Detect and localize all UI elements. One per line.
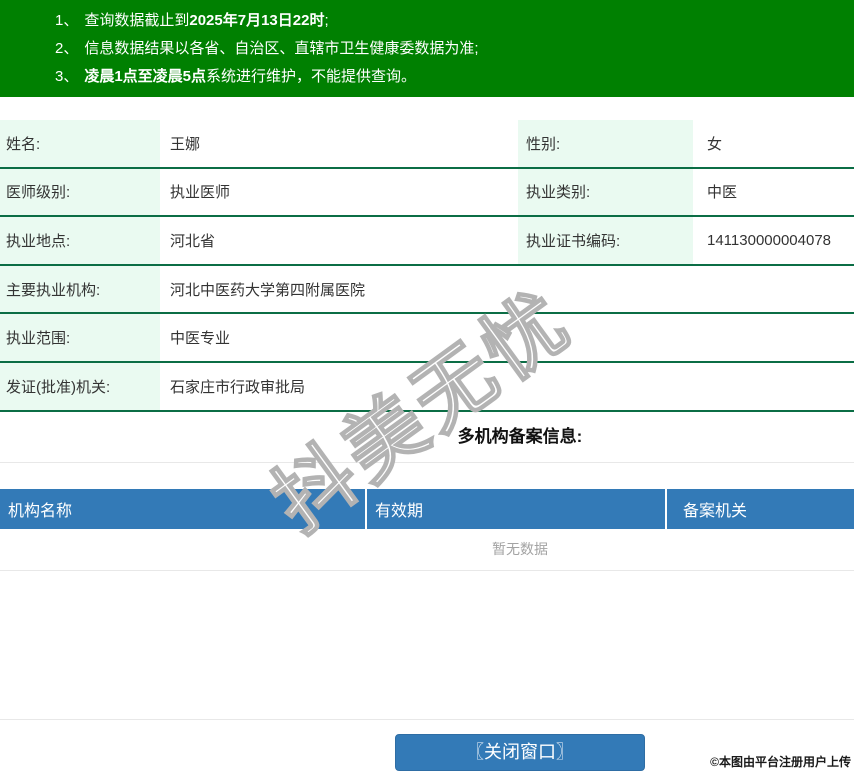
divider (0, 461, 854, 463)
notice-text: ; (324, 12, 329, 29)
notice-text: 系统进行维护，不能提供查询。 (206, 68, 417, 85)
notice-item: 2、 信息数据结果以各省、自治区、直辖市卫生健康委数据为准; (55, 35, 854, 63)
section-title-multi-institution: 多机构备案信息: (457, 426, 583, 446)
notice-banner: 1、 查询数据截止到2025年7月13日22时; 2、 信息数据结果以各省、自治区、… (0, 0, 854, 97)
field-label-practice-category: 执业类别: (518, 168, 693, 216)
notice-text-bold: 凌晨1点至凌晨5点 (84, 68, 207, 85)
notice-text: 查询数据截止到 (84, 12, 190, 29)
field-value-name: 王娜 (170, 135, 201, 153)
records-table-header: 机构名称 有效期 备案机关 (0, 488, 854, 529)
field-value-issuing-authority: 石家庄市行政审批局 (170, 378, 306, 396)
field-value-practice-location: 河北省 (170, 232, 216, 250)
query-result-page: 1、 查询数据截止到2025年7月13日22时; 2、 信息数据结果以各省、自治区、… (0, 0, 854, 771)
field-label-gender: 性别: (518, 120, 693, 167)
notice-text: 信息数据结果以各省、自治区、直辖市卫生健康委数据为准; (84, 40, 479, 57)
practitioner-info-table: 姓名: 王娜 性别: 女 医师级别: 执业医师 执业类别: 中医 执业地点: 河… (0, 120, 854, 412)
notice-number: 3、 (55, 68, 79, 85)
notice-item: 1、 查询数据截止到2025年7月13日22时; (55, 7, 854, 35)
column-header-institution-name: 机构名称 (0, 488, 367, 529)
field-label-main-institution: 主要执业机构: (0, 265, 160, 313)
notice-number: 1、 (55, 12, 79, 29)
field-label-certificate-number: 执业证书编码: (518, 217, 693, 264)
table-row: 执业地点: 河北省 执业证书编码: 141130000004078 (0, 217, 854, 266)
field-label-doctor-level: 医师级别: (0, 168, 160, 216)
field-value-gender: 女 (707, 135, 723, 153)
table-row: 执业范围: 中医专业 (0, 314, 854, 363)
field-label-issuing-authority: 发证(批准)机关: (0, 362, 160, 410)
copyright-watermark: ©本图由平台注册用户上传 (710, 755, 851, 769)
field-value-main-institution: 河北中医药大学第四附属医院 (170, 281, 366, 299)
field-label-practice-location: 执业地点: (0, 217, 160, 264)
column-header-record-authority: 备案机关 (683, 502, 748, 520)
field-label-practice-scope: 执业范围: (0, 314, 160, 361)
field-label-name: 姓名: (0, 120, 160, 167)
table-row: 姓名: 王娜 性别: 女 (0, 120, 854, 169)
field-value-doctor-level: 执业医师 (170, 184, 231, 202)
field-value-practice-scope: 中医专业 (170, 330, 231, 348)
table-row: 医师级别: 执业医师 执业类别: 中医 (0, 168, 854, 218)
column-header-validity-period: 有效期 (367, 488, 667, 529)
field-value-practice-category: 中医 (707, 184, 738, 202)
table-row: 发证(批准)机关: 石家庄市行政审批局 (0, 362, 854, 412)
notice-text-bold: 2025年7月13日22时 (189, 12, 325, 29)
notice-item: 3、 凌晨1点至凌晨5点系统进行维护，不能提供查询。 (55, 63, 854, 91)
field-value-certificate-number: 141130000004078 (707, 231, 832, 249)
close-window-button[interactable]: 〖关闭窗口〗 (395, 733, 645, 771)
notice-number: 2、 (55, 40, 79, 57)
table-row: 主要执业机构: 河北中医药大学第四附属医院 (0, 265, 854, 315)
empty-state-text: 暂无数据 (492, 540, 548, 557)
